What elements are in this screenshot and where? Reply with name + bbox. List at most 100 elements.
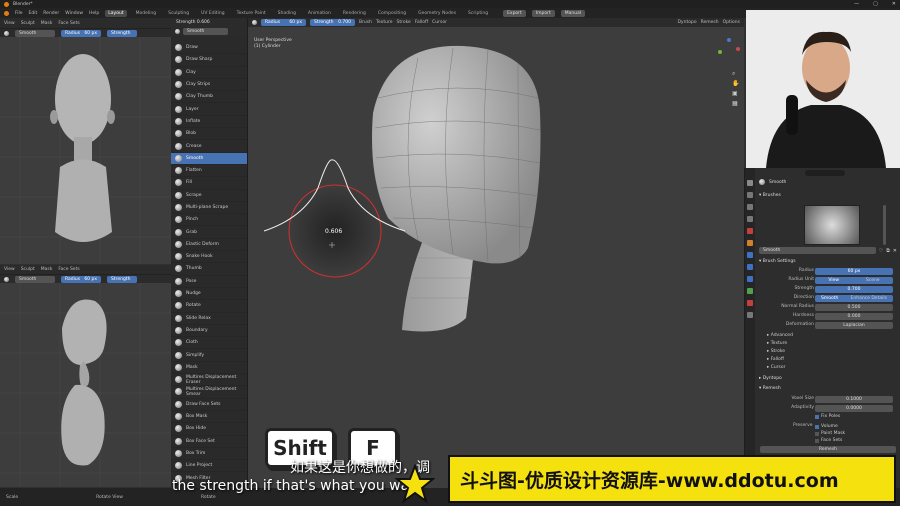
brush-settings-header[interactable]: ▾ Brush Settings <box>759 259 796 264</box>
tool-item[interactable]: Clay Strips <box>171 79 247 92</box>
modifier-tab-icon[interactable] <box>747 252 753 258</box>
view-menu[interactable]: View <box>4 267 15 272</box>
tool-item[interactable]: Nudge <box>171 288 247 301</box>
tool-item[interactable]: Multires Displacement Eraser <box>171 374 247 387</box>
maximize-icon[interactable]: ▢ <box>873 1 878 7</box>
mask-menu[interactable]: Mask <box>41 267 53 272</box>
property-value[interactable]: 0.500 <box>815 304 893 311</box>
menu-file[interactable]: File <box>15 11 23 16</box>
tool-item[interactable]: Crease <box>171 140 247 153</box>
tool-item[interactable]: Draw Face Sets <box>171 399 247 411</box>
brush-selector[interactable]: Smooth <box>183 28 228 35</box>
brush-selector[interactable]: Smooth <box>15 275 55 283</box>
tool-item[interactable]: Cloth <box>171 337 247 350</box>
axis-y-icon[interactable] <box>718 50 722 54</box>
tab-modeling[interactable]: Modeling <box>133 10 159 17</box>
tool-item[interactable]: Clay <box>171 67 247 79</box>
tool-item[interactable]: Layer <box>171 103 247 116</box>
dyntopo-header[interactable]: ▸ Dyntopo <box>759 376 782 381</box>
object-tab-icon[interactable] <box>747 240 753 246</box>
axis-z-icon[interactable] <box>727 38 731 42</box>
mask-menu[interactable]: Mask <box>41 21 53 26</box>
duplicate-brush-icon[interactable]: ⧉ <box>886 248 890 254</box>
axis-x-icon[interactable] <box>736 47 740 51</box>
preserve-checkbox[interactable] <box>815 438 819 443</box>
subsection-header[interactable]: ▸ Advanced <box>759 332 899 340</box>
tab-geometry-nodes[interactable]: Geometry Nodes <box>415 10 459 17</box>
tab-uv-editing[interactable]: UV Editing <box>198 10 227 17</box>
left-top-viewport[interactable]: View Sculpt Mask Face Sets Smooth Radius… <box>0 18 171 264</box>
tool-item[interactable]: Inflate <box>171 116 247 129</box>
tool-item[interactable]: Fill <box>171 177 247 190</box>
tool-item[interactable]: Multi-plane Scrape <box>171 202 247 215</box>
tool-item[interactable]: Blob <box>171 128 247 141</box>
brush-icon[interactable] <box>175 29 180 34</box>
preserve-option[interactable]: Volume <box>815 423 845 430</box>
brush-preview-scrollbar[interactable] <box>883 205 886 245</box>
tool-item[interactable]: Multires Displacement Smear <box>171 386 247 399</box>
property-value-alt[interactable]: Scene <box>866 277 880 284</box>
brushes-section-header[interactable]: ▾ Brushes <box>759 193 781 198</box>
radius-field[interactable]: Radius 60 px <box>61 275 101 283</box>
remesh-value[interactable]: 0.1000 <box>815 396 893 403</box>
tool-item[interactable]: Snake Hook <box>171 251 247 264</box>
tab-rendering[interactable]: Rendering <box>340 10 369 17</box>
tab-shading[interactable]: Shading <box>275 10 299 17</box>
tool-item[interactable]: Smooth <box>171 152 247 165</box>
tool-item[interactable]: Scrape <box>171 190 247 202</box>
fix-poles-row[interactable]: Fix Poles <box>815 414 840 419</box>
close-icon[interactable]: ✕ <box>892 1 896 7</box>
face-sets-menu[interactable]: Face Sets <box>58 21 79 26</box>
subsection-header[interactable]: ▸ Stroke <box>759 348 899 356</box>
tool-item[interactable]: Simplify <box>171 349 247 362</box>
tool-item[interactable]: Box Hide <box>171 423 247 436</box>
tool-item[interactable]: Flatten <box>171 165 247 178</box>
tool-item[interactable]: Elastic Deform <box>171 239 247 252</box>
render-tab-icon[interactable] <box>747 192 753 198</box>
properties-search[interactable] <box>805 170 845 176</box>
property-value[interactable]: 0.000 <box>815 313 893 320</box>
strength-field[interactable]: Strength <box>107 275 137 283</box>
radius-field[interactable]: Radius 60 px <box>61 29 101 37</box>
brush-icon[interactable] <box>4 276 9 282</box>
tool-item[interactable]: Line Project <box>171 460 247 473</box>
navigation-gizmo[interactable] <box>718 38 740 60</box>
left-bottom-viewport[interactable]: View Sculpt Mask Face Sets Smooth Radius… <box>0 265 171 487</box>
remesh-value[interactable]: 0.0000 <box>815 405 893 412</box>
output-tab-icon[interactable] <box>747 204 753 210</box>
strength-field[interactable]: Strength <box>107 29 137 37</box>
tab-animation[interactable]: Animation <box>305 10 334 17</box>
manual-button[interactable]: Manual <box>560 9 586 17</box>
remesh-header[interactable]: ▾ Remesh <box>759 386 781 391</box>
tool-item[interactable]: Box Trim <box>171 448 247 461</box>
export-button[interactable]: Export <box>503 9 526 17</box>
preserve-option[interactable]: Face Sets <box>815 437 845 444</box>
sculpt-menu[interactable]: Sculpt <box>21 267 35 272</box>
brush-selector[interactable]: Smooth <box>15 29 55 37</box>
menu-edit[interactable]: Edit <box>29 11 38 16</box>
world-tab-icon[interactable] <box>747 228 753 234</box>
property-value[interactable]: View Scene <box>815 277 893 284</box>
tool-item[interactable]: Box Mask <box>171 411 247 424</box>
main-viewport[interactable]: Radius 60 px Strength 0.700 Brush Texture … <box>248 18 744 488</box>
tool-item[interactable]: Box Face Set <box>171 436 247 448</box>
property-value-alt[interactable]: Enhance Details <box>851 295 887 302</box>
minimize-icon[interactable]: — <box>854 1 859 7</box>
tool-item[interactable]: Boundary <box>171 325 247 338</box>
brush-preview[interactable] <box>804 205 860 245</box>
tool-item[interactable]: Clay Thumb <box>171 91 247 104</box>
preserve-checkbox[interactable] <box>815 424 819 429</box>
tool-item[interactable]: Pinch <box>171 214 247 227</box>
camera-icon[interactable]: ▣ <box>732 90 738 97</box>
subsection-header[interactable]: ▸ Texture <box>759 340 899 348</box>
tool-item[interactable]: Grab <box>171 226 247 239</box>
tool-item[interactable]: Slide Relax <box>171 313 247 325</box>
menu-render[interactable]: Render <box>43 11 59 16</box>
tool-item[interactable]: Pose <box>171 276 247 288</box>
fake-user-icon[interactable]: ♡ <box>879 248 883 254</box>
face-sets-menu[interactable]: Face Sets <box>58 267 79 272</box>
preserve-option[interactable]: Paint Mask <box>815 430 845 437</box>
tool-item[interactable]: Rotate <box>171 300 247 313</box>
property-value[interactable]: 0.700 <box>815 286 893 293</box>
import-button[interactable]: Import <box>531 9 555 17</box>
